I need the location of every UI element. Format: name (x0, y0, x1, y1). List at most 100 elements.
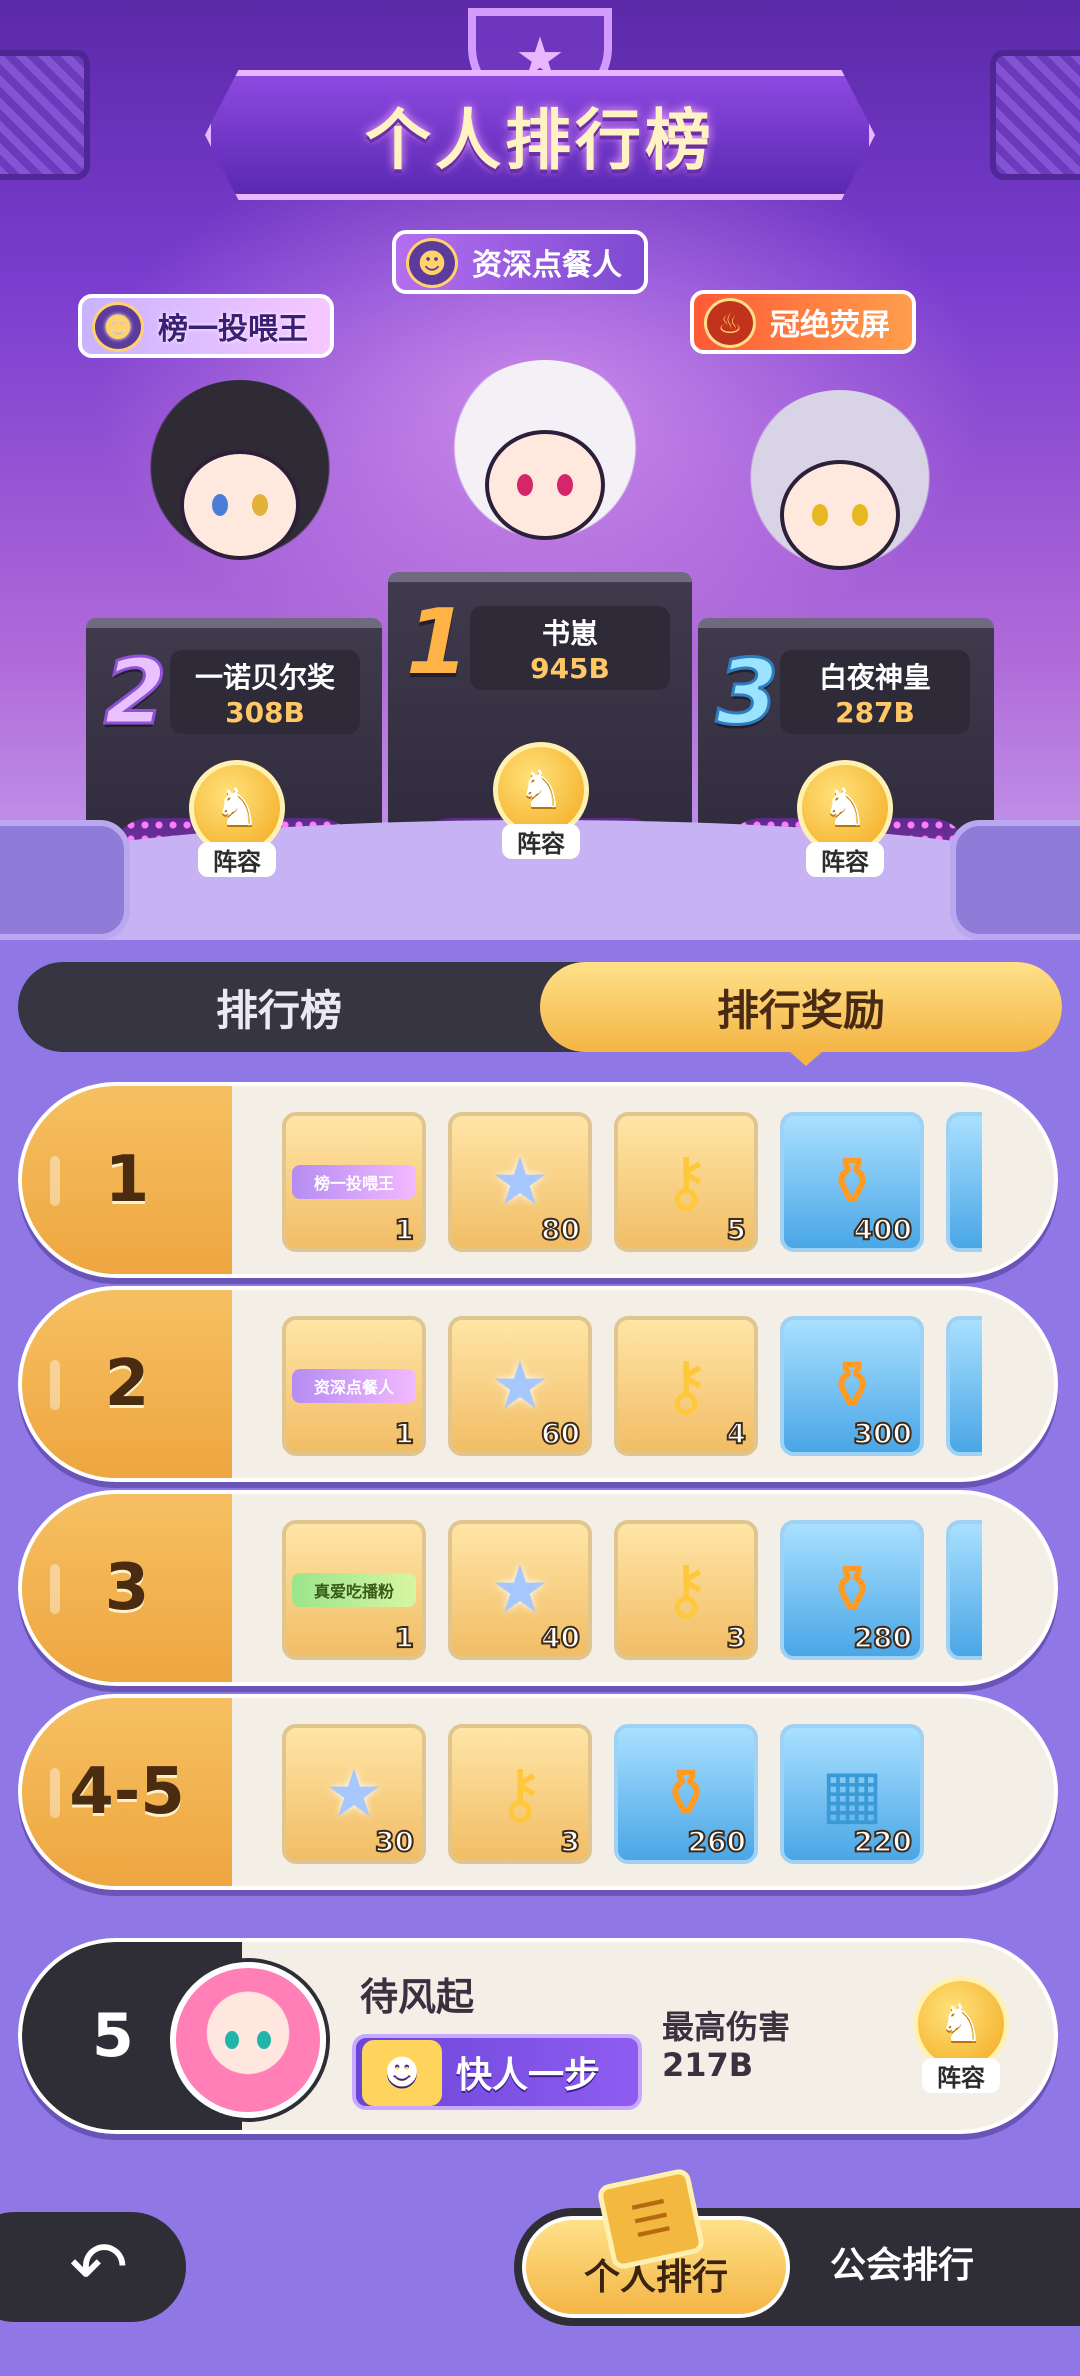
reward-list[interactable]: 1 榜一投喂王 1 ★ 80 ⚷ 5 ⚱ 400 2 资深点餐人 1 ★ 60 … (18, 1082, 1058, 1898)
plate-third: 白夜神皇 287B (780, 650, 970, 734)
rainbow-star-icon: ★ (324, 1755, 384, 1832)
star-key-icon: ⚷ (661, 1551, 711, 1628)
lineup-label: 阵容 (922, 2058, 1000, 2093)
reward-item[interactable]: ▦ 220 (780, 1724, 924, 1864)
reward-item[interactable]: 资深点餐人 1 (282, 1316, 426, 1456)
reward-item[interactable]: ⚱ 400 (780, 1112, 924, 1252)
item-count: 1 (393, 1416, 415, 1451)
mystery-bottle-icon: ⚱ (824, 1551, 880, 1628)
character-avatar-second[interactable] (130, 380, 350, 630)
reward-items: ★ 30 ⚷ 3 ⚱ 260 ▦ 220 (282, 1724, 982, 1864)
reward-item-partial[interactable] (946, 1520, 982, 1660)
rainbow-star-icon: ★ (490, 1347, 550, 1424)
reward-item[interactable]: ★ 30 (282, 1724, 426, 1864)
reward-item[interactable]: ⚷ 5 (614, 1112, 758, 1252)
floor-speaker-right (950, 820, 1080, 940)
title-badge-icon: ☻ (362, 2040, 442, 2106)
lineup-label: 阵容 (806, 842, 884, 877)
damage-label: 最高伤害 (662, 2008, 791, 2046)
title-tag-label: 冠绝荧屏 (770, 308, 890, 343)
my-player-name: 待风起 (360, 1975, 475, 2019)
mystery-bottle-icon: ⚱ (824, 1347, 880, 1424)
item-count: 5 (725, 1212, 747, 1247)
reward-items: 榜一投喂王 1 ★ 80 ⚷ 5 ⚱ 400 (282, 1112, 982, 1252)
reward-row: 3 真爱吃播粉 1 ★ 40 ⚷ 3 ⚱ 280 (18, 1490, 1058, 1686)
item-count: 3 (559, 1824, 581, 1859)
item-count: 80 (540, 1212, 581, 1247)
star-key-icon: ⚷ (661, 1347, 711, 1424)
reward-rank: 3 (22, 1494, 232, 1682)
plate-second: 一诺贝尔奖 308B (170, 650, 360, 734)
player-score: 287B (835, 695, 915, 729)
rank-number-first: 1 (406, 590, 469, 695)
tab-pointer (790, 1052, 822, 1066)
map-scroll-icon: ▦ (820, 1755, 884, 1832)
reward-item[interactable]: ⚱ 260 (614, 1724, 758, 1864)
player-name: 一诺贝尔奖 (194, 660, 335, 694)
speaker-left (0, 50, 90, 180)
lineup-button-first[interactable]: ♞ 阵容 (486, 742, 596, 859)
title-banner: 个人排行榜 (205, 70, 875, 200)
title-tag-label: 资深点餐人 (472, 248, 622, 283)
tab-guild-ranking[interactable]: 公会排行 (830, 2236, 974, 2288)
reward-item[interactable]: ⚱ 300 (780, 1316, 924, 1456)
tab-ranking[interactable]: 排行榜 (18, 962, 540, 1052)
player-name: 白夜神皇 (818, 660, 931, 694)
title-badge-icon: 榜一投喂王 (292, 1165, 416, 1199)
damage-value: 217B (662, 2046, 754, 2084)
lineup-button-second[interactable]: ♞ 阵容 (182, 760, 292, 877)
back-button[interactable]: ↶ (0, 2212, 186, 2322)
reward-item-partial[interactable] (946, 1316, 982, 1456)
reward-item[interactable]: ★ 40 (448, 1520, 592, 1660)
title-tag-center: ☻ 资深点餐人 (392, 230, 648, 294)
lineup-label: 阵容 (198, 842, 276, 877)
my-title-badge: ☻ 快人一步 (352, 2034, 642, 2110)
my-rank-row: 5 待风起 ☻ 快人一步 最高伤害 217B ♞ 阵容 (18, 1938, 1058, 2134)
rainbow-star-icon: ★ (490, 1551, 550, 1628)
reward-row: 4-5 ★ 30 ⚷ 3 ⚱ 260 ▦ 220 (18, 1694, 1058, 1890)
reward-item[interactable]: ★ 80 (448, 1112, 592, 1252)
item-count: 60 (540, 1416, 581, 1451)
reward-item[interactable]: 榜一投喂王 1 (282, 1112, 426, 1252)
my-lineup-button[interactable]: ♞ 阵容 (906, 1976, 1016, 2093)
title-badge-icon: 资深点餐人 (292, 1369, 416, 1403)
avatar[interactable] (170, 1962, 326, 2118)
item-count: 1 (393, 1212, 415, 1247)
lineup-label: 阵容 (502, 824, 580, 859)
page-title: 个人排行榜 (365, 102, 715, 179)
item-count: 1 (393, 1620, 415, 1655)
rank-number-second: 2 (103, 639, 169, 747)
plate-first: 书崽 945B (470, 606, 670, 690)
title-tag-left: ☻ 榜一投喂王 (78, 294, 334, 358)
player-name: 书崽 (541, 616, 598, 650)
back-arrow-icon: ↶ (69, 2226, 128, 2308)
reward-item[interactable]: ⚱ 280 (780, 1520, 924, 1660)
reward-item[interactable]: ⚷ 3 (448, 1724, 592, 1864)
reward-item[interactable]: ⚷ 3 (614, 1520, 758, 1660)
title-tag-label: 榜一投喂王 (158, 312, 308, 347)
item-count: 260 (687, 1824, 747, 1859)
title-badge-icon: ☻ (92, 302, 144, 352)
tab-rewards[interactable]: 排行奖励 (540, 962, 1062, 1052)
reward-item[interactable]: 真爱吃播粉 1 (282, 1520, 426, 1660)
star-key-icon: ⚷ (495, 1755, 545, 1832)
reward-item[interactable]: ⚷ 4 (614, 1316, 758, 1456)
rainbow-star-icon: ★ (490, 1143, 550, 1220)
item-count: 300 (853, 1416, 913, 1451)
floor-speaker-left (0, 820, 130, 940)
item-count: 40 (540, 1620, 581, 1655)
flame-badge-icon: ♨ (704, 298, 756, 348)
title-badge-icon: ☻ (406, 238, 458, 288)
reward-rank: 4-5 (22, 1698, 232, 1886)
reward-row: 2 资深点餐人 1 ★ 60 ⚷ 4 ⚱ 300 (18, 1286, 1058, 1482)
rank-number-third: 3 (715, 639, 781, 747)
lineup-button-third[interactable]: ♞ 阵容 (790, 760, 900, 877)
character-avatar-first[interactable] (430, 360, 660, 610)
reward-item[interactable]: ★ 60 (448, 1316, 592, 1456)
reward-item-partial[interactable] (946, 1112, 982, 1252)
item-count: 3 (725, 1620, 747, 1655)
star-key-icon: ⚷ (661, 1143, 711, 1220)
character-avatar-third[interactable] (730, 390, 950, 640)
ranking-tabs: 排行榜 排行奖励 (18, 962, 1062, 1052)
item-count: 30 (374, 1824, 415, 1859)
